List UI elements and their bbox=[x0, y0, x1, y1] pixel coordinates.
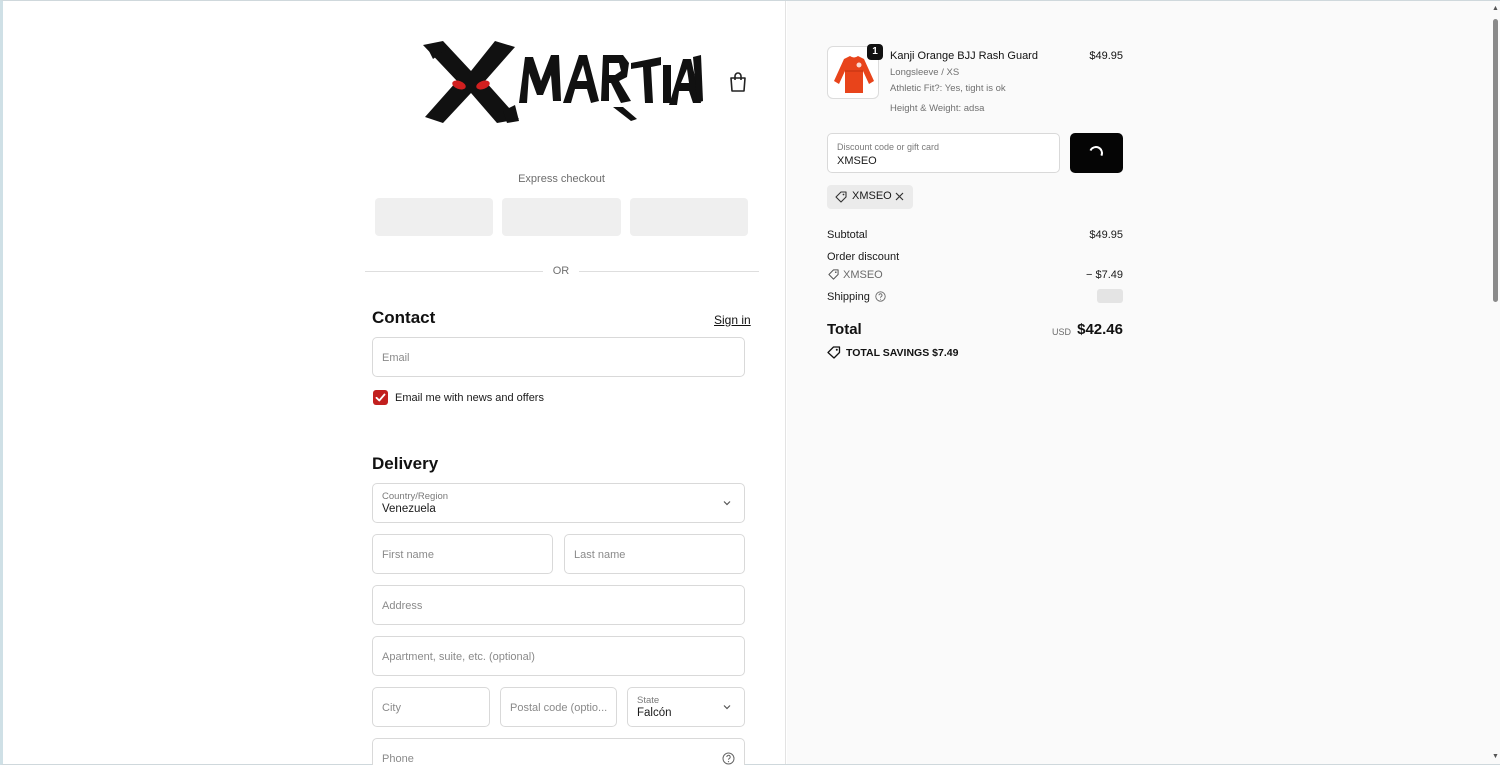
product-price: $49.95 bbox=[1089, 50, 1123, 62]
xmartial-logo[interactable] bbox=[423, 41, 703, 123]
city-placeholder: City bbox=[382, 702, 401, 714]
order-summary-column: 1 Kanji Orange BJJ Rash Guard Longsleeve… bbox=[787, 1, 1491, 764]
page-scrollbar[interactable]: ▲ ▼ bbox=[1491, 1, 1500, 764]
total-savings: TOTAL SAVINGS $7.49 bbox=[846, 347, 959, 359]
applied-discount-code: XMSEO bbox=[852, 190, 892, 202]
first-name-placeholder: First name bbox=[382, 549, 434, 561]
apply-discount-button[interactable] bbox=[1070, 133, 1123, 173]
divider-line-right bbox=[579, 271, 759, 272]
sign-in-link[interactable]: Sign in bbox=[714, 313, 751, 327]
product-variant: Longsleeve / XS bbox=[890, 67, 960, 78]
contact-heading: Contact bbox=[372, 308, 436, 327]
phone-placeholder: Phone bbox=[382, 753, 414, 765]
product-name: Kanji Orange BJJ Rash Guard bbox=[890, 50, 1038, 62]
shipping-loading-skeleton bbox=[1097, 289, 1123, 303]
subtotal-label: Subtotal bbox=[827, 229, 868, 241]
product-fit-option: Athletic Fit?: Yes, tight is ok bbox=[890, 83, 1006, 94]
or-text: OR bbox=[552, 265, 570, 277]
loading-spinner-icon bbox=[1087, 144, 1105, 162]
applied-discount-chip: XMSEO bbox=[827, 185, 913, 209]
email-placeholder: Email bbox=[382, 352, 410, 364]
quantity-badge: 1 bbox=[867, 44, 883, 60]
delivery-heading: Delivery bbox=[372, 454, 439, 473]
last-name-field[interactable]: Last name bbox=[564, 534, 745, 574]
city-field[interactable]: City bbox=[372, 687, 490, 727]
shipping-label: Shipping bbox=[827, 291, 870, 303]
newsletter-label: Email me with news and offers bbox=[395, 392, 544, 404]
scroll-down-arrow-icon[interactable]: ▼ bbox=[1492, 753, 1499, 760]
chevron-down-icon bbox=[723, 705, 731, 710]
country-value: Venezuela bbox=[382, 503, 436, 515]
chevron-down-icon bbox=[723, 501, 731, 506]
apartment-placeholder: Apartment, suite, etc. (optional) bbox=[382, 651, 535, 663]
postal-code-field[interactable]: Postal code (optio... bbox=[500, 687, 617, 727]
discount-code-label: Discount code or gift card bbox=[837, 142, 940, 152]
address-placeholder: Address bbox=[382, 600, 423, 612]
total-value: $42.46 bbox=[1077, 321, 1123, 338]
total-label: Total bbox=[827, 321, 862, 338]
currency-code: USD bbox=[1051, 327, 1071, 337]
scroll-up-arrow-icon[interactable]: ▲ bbox=[1492, 5, 1499, 12]
scroll-thumb[interactable] bbox=[1493, 19, 1498, 302]
express-checkout-label: Express checkout bbox=[518, 173, 605, 185]
state-label: State bbox=[637, 695, 660, 706]
tag-icon bbox=[835, 191, 847, 203]
email-field[interactable]: Email bbox=[372, 337, 745, 377]
state-value: Falcón bbox=[637, 707, 672, 719]
phone-field[interactable]: Phone bbox=[372, 738, 745, 765]
help-circle-icon[interactable] bbox=[875, 291, 886, 302]
divider-line-left bbox=[365, 271, 543, 272]
postal-code-placeholder: Postal code (optio... bbox=[510, 702, 608, 714]
express-pay-button-1[interactable] bbox=[375, 198, 494, 236]
shopping-bag-icon[interactable] bbox=[728, 71, 748, 93]
express-pay-button-3[interactable] bbox=[629, 198, 748, 236]
tag-icon bbox=[828, 269, 839, 280]
subtotal-value: $49.95 bbox=[1089, 229, 1123, 241]
or-divider: OR bbox=[365, 265, 759, 279]
savings-tag-icon bbox=[827, 346, 841, 359]
apartment-field[interactable]: Apartment, suite, etc. (optional) bbox=[372, 636, 745, 676]
order-discount-value: − $7.49 bbox=[1085, 269, 1123, 281]
country-label: Country/Region bbox=[382, 491, 449, 502]
product-height-weight: Height & Weight: adsa bbox=[890, 103, 985, 114]
order-discount-label: Order discount bbox=[827, 251, 900, 263]
country-select[interactable]: Country/Region Venezuela bbox=[372, 483, 745, 523]
express-pay-button-2[interactable] bbox=[502, 198, 621, 236]
checkout-form-column: Express checkout OR Contact Sign in Emai… bbox=[3, 1, 786, 765]
express-checkout-buttons bbox=[375, 198, 748, 236]
checkmark-icon bbox=[375, 393, 386, 402]
help-circle-icon[interactable] bbox=[722, 752, 735, 765]
last-name-placeholder: Last name bbox=[574, 549, 626, 561]
discount-code-field[interactable]: Discount code or gift card XMSEO bbox=[827, 133, 1060, 173]
first-name-field[interactable]: First name bbox=[372, 534, 553, 574]
state-select[interactable]: State Falcón bbox=[627, 687, 745, 727]
address-field[interactable]: Address bbox=[372, 585, 745, 625]
newsletter-checkbox[interactable] bbox=[373, 390, 388, 405]
discount-code-value: XMSEO bbox=[837, 155, 877, 167]
order-discount-code: XMSEO bbox=[843, 269, 883, 281]
remove-discount-icon[interactable] bbox=[894, 191, 905, 202]
